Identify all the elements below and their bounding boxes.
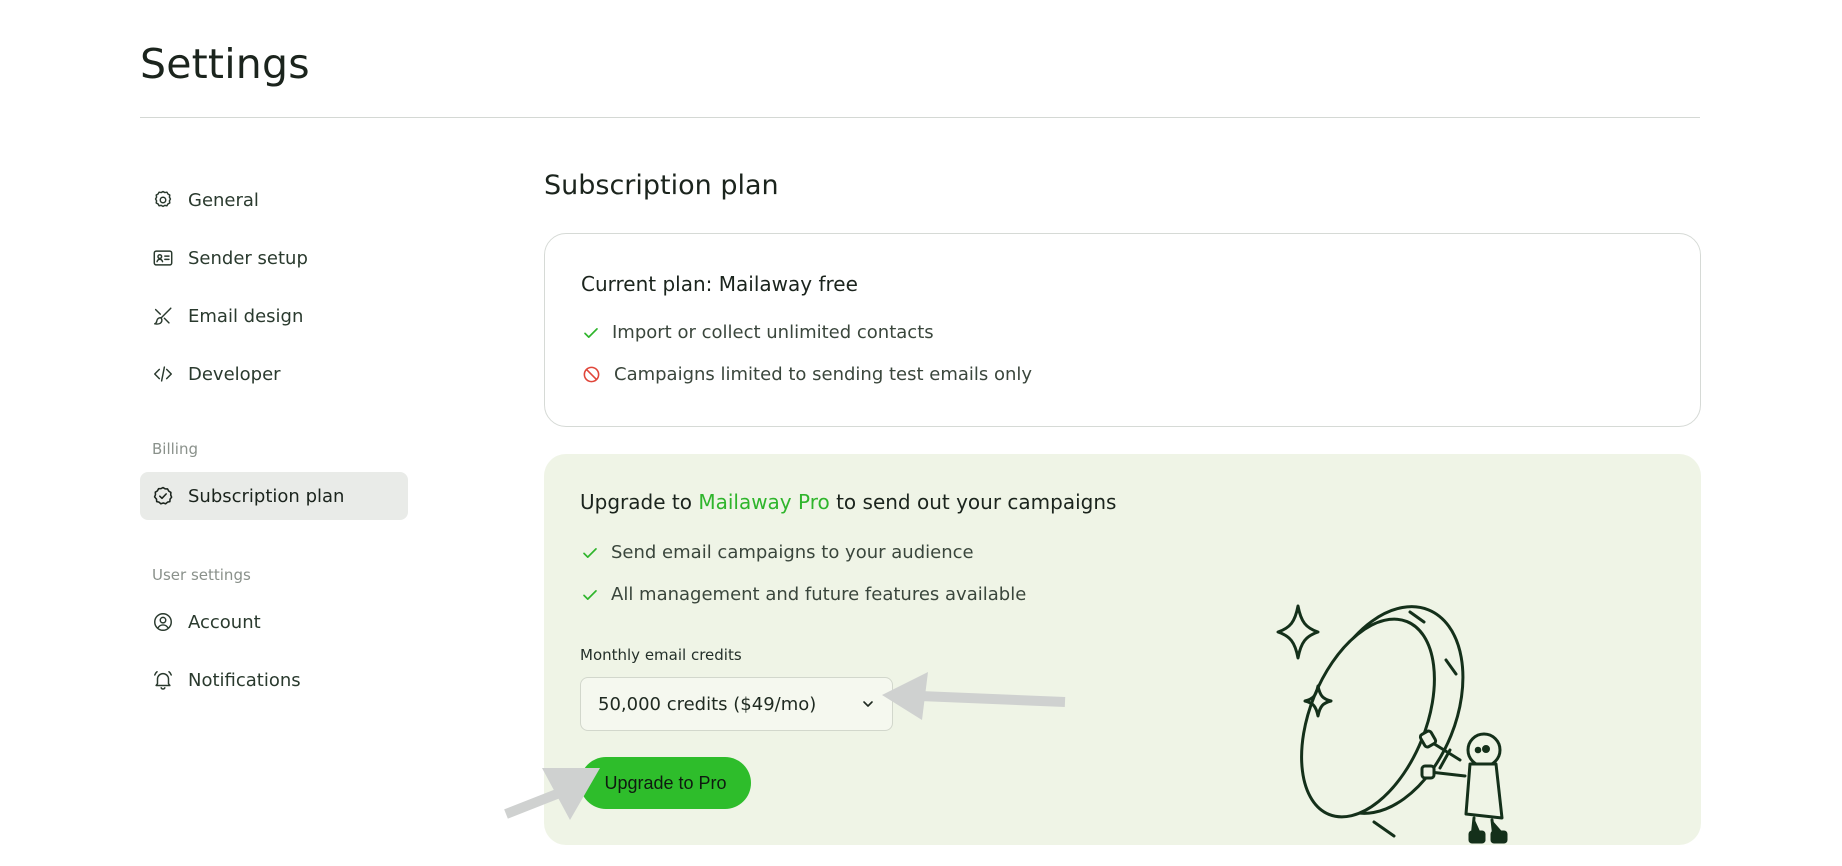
gear-icon bbox=[151, 188, 175, 212]
page-title: Settings bbox=[140, 40, 310, 88]
brush-icon bbox=[151, 304, 175, 328]
bell-icon bbox=[151, 668, 175, 692]
feature-text: Send email campaigns to your audience bbox=[611, 542, 974, 563]
id-card-icon bbox=[151, 246, 175, 270]
feature-text: Import or collect unlimited contacts bbox=[612, 322, 934, 343]
prohibited-icon bbox=[581, 365, 601, 385]
sidebar-item-general[interactable]: General bbox=[140, 176, 408, 224]
badge-check-icon bbox=[151, 484, 175, 508]
code-icon bbox=[151, 362, 175, 386]
annotation-arrow-dropdown bbox=[882, 672, 1066, 720]
billing-section-label: Billing bbox=[152, 440, 198, 458]
feature-item: Import or collect unlimited contacts bbox=[581, 322, 934, 343]
sidebar-item-label: Account bbox=[188, 611, 261, 633]
feature-text: All management and future features avail… bbox=[611, 584, 1027, 605]
upgrade-title-suffix: to send out your campaigns bbox=[829, 490, 1117, 514]
credits-dropdown[interactable]: 50,000 credits ($49/mo) bbox=[580, 677, 893, 731]
check-icon bbox=[580, 543, 600, 563]
feature-item: Send email campaigns to your audience bbox=[580, 542, 974, 563]
user-settings-section-label: User settings bbox=[152, 566, 251, 584]
upgrade-card: Upgrade to Mailaway Pro to send out your… bbox=[544, 454, 1701, 845]
credits-selected-value: 50,000 credits ($49/mo) bbox=[598, 693, 817, 715]
feature-text: Campaigns limited to sending test emails… bbox=[614, 364, 1033, 385]
sidebar-item-sender-setup[interactable]: Sender setup bbox=[140, 234, 408, 282]
current-plan-title: Current plan: Mailaway free bbox=[581, 272, 858, 296]
sidebar-item-label: Email design bbox=[188, 305, 304, 327]
sidebar-item-account[interactable]: Account bbox=[140, 598, 408, 646]
upgrade-to-pro-button[interactable]: Upgrade to Pro bbox=[580, 757, 751, 809]
sidebar-item-notifications[interactable]: Notifications bbox=[140, 656, 408, 704]
sidebar-item-subscription-plan[interactable]: Subscription plan bbox=[140, 472, 408, 520]
upgrade-title: Upgrade to Mailaway Pro to send out your… bbox=[580, 490, 1116, 514]
current-plan-card: Current plan: Mailaway free Import or co… bbox=[544, 233, 1701, 427]
credits-label: Monthly email credits bbox=[580, 646, 742, 664]
sidebar-item-label: Subscription plan bbox=[188, 485, 345, 507]
check-icon bbox=[581, 323, 601, 343]
feature-item: Campaigns limited to sending test emails… bbox=[581, 364, 1032, 385]
sidebar-item-label: Notifications bbox=[188, 669, 301, 691]
sidebar-item-email-design[interactable]: Email design bbox=[140, 292, 408, 340]
title-divider bbox=[140, 117, 1700, 118]
sidebar-item-developer[interactable]: Developer bbox=[140, 350, 408, 398]
upgrade-title-prefix: Upgrade to bbox=[580, 490, 699, 514]
check-icon bbox=[580, 585, 600, 605]
sidebar-item-label: Sender setup bbox=[188, 247, 308, 269]
coin-push-illustration bbox=[1276, 604, 1508, 844]
sidebar-item-label: General bbox=[188, 189, 259, 211]
chevron-down-icon bbox=[863, 701, 873, 707]
pro-plan-name: Mailaway Pro bbox=[698, 490, 830, 514]
annotation-arrow-button bbox=[504, 768, 600, 820]
feature-item: All management and future features avail… bbox=[580, 584, 1026, 605]
section-heading: Subscription plan bbox=[544, 170, 779, 201]
sidebar-item-label: Developer bbox=[188, 363, 281, 385]
user-circle-icon bbox=[151, 610, 175, 634]
